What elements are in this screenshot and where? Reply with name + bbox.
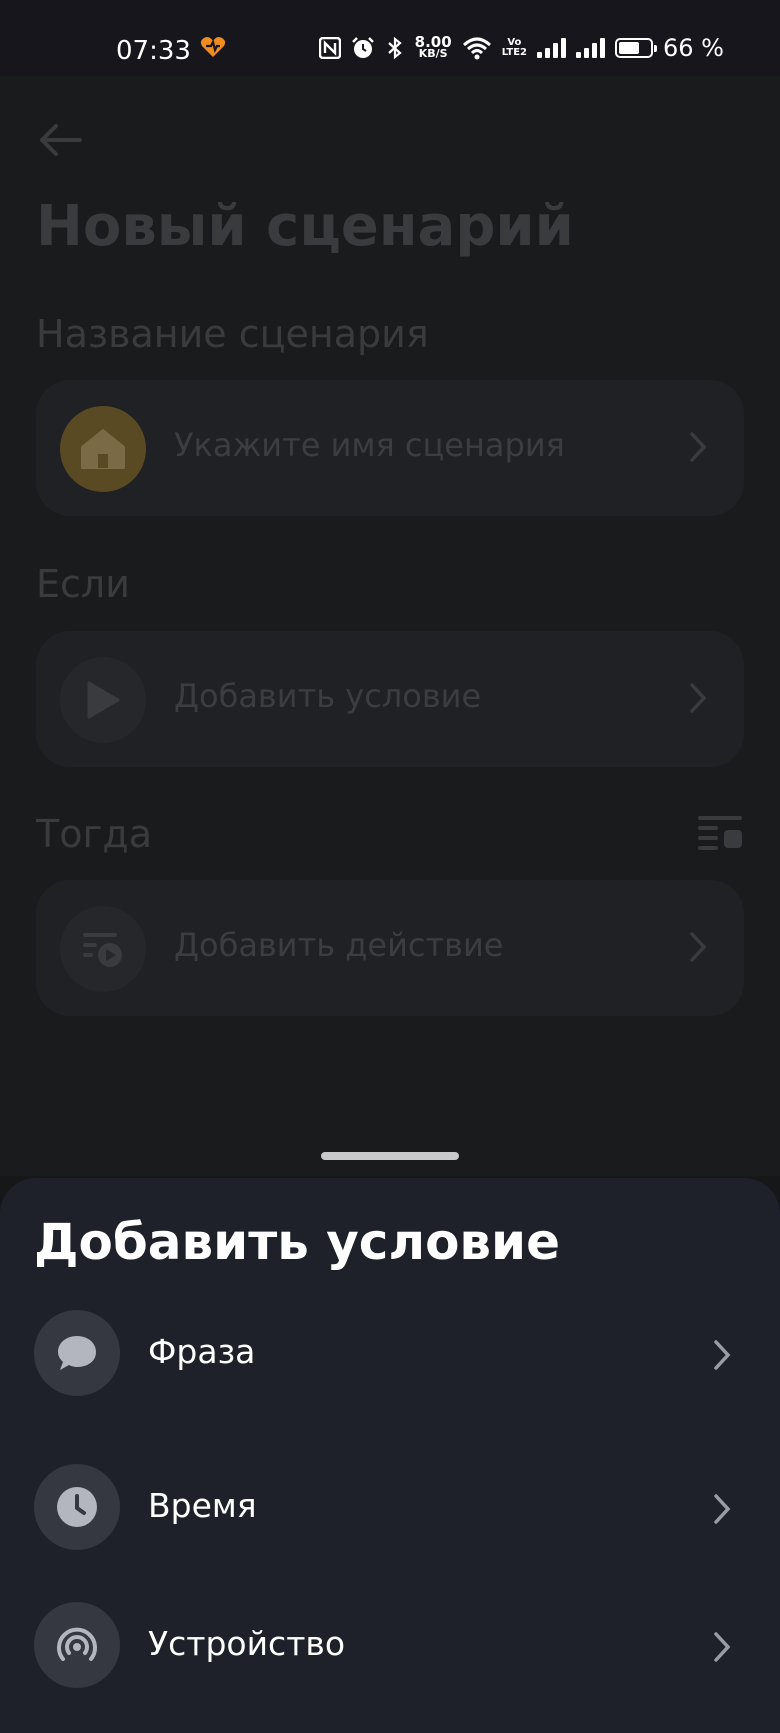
home-icon — [81, 429, 125, 469]
option-time[interactable]: Время — [0, 1464, 780, 1584]
add-condition-label: Добавить условие — [174, 677, 482, 715]
then-section-label: Тогда — [36, 812, 152, 856]
add-condition-sheet: Добавить условие Фраза Время Устройство — [0, 1178, 780, 1733]
network-speed-unit: KB/S — [418, 47, 448, 60]
page-title: Новый сценарий — [36, 194, 574, 259]
option-device-label: Устройство — [148, 1624, 346, 1663]
play-icon — [87, 681, 120, 719]
chevron-right-icon — [714, 1340, 731, 1370]
add-condition-card[interactable]: Добавить условие — [36, 631, 744, 767]
health-app-icon — [200, 36, 226, 62]
back-arrow-icon[interactable] — [36, 116, 84, 164]
bluetooth-icon — [387, 36, 402, 60]
battery-fill — [619, 42, 640, 54]
add-action-card[interactable]: Добавить действие — [36, 880, 744, 1016]
wifi-icon — [462, 37, 491, 60]
list-settings-icon[interactable] — [698, 816, 742, 850]
scenario-screen: Новый сценарий Название сценария Укажите… — [0, 76, 780, 1176]
option-phrase[interactable]: Фраза — [0, 1310, 780, 1430]
volte-indicator: Vo LTE2 — [502, 38, 527, 58]
action-list-icon — [83, 933, 122, 967]
alarm-icon — [351, 37, 374, 58]
device-signal-icon — [34, 1602, 120, 1688]
add-action-label: Добавить действие — [174, 926, 504, 964]
clock-icon — [34, 1464, 120, 1550]
option-time-label: Время — [148, 1486, 257, 1525]
chat-bubble-icon — [34, 1310, 120, 1396]
chevron-right-icon — [714, 1494, 731, 1524]
scenario-name-placeholder: Укажите имя сценария — [174, 426, 565, 464]
status-time: 07:33 — [116, 36, 191, 66]
status-bar: 07:33 8.00 KB/S Vo LTE2 66 % — [0, 0, 780, 76]
nfc-icon — [318, 37, 341, 59]
chevron-right-icon — [690, 432, 707, 462]
if-section-label: Если — [36, 562, 130, 606]
chevron-right-icon — [690, 683, 707, 713]
signal-icon-1 — [537, 38, 567, 58]
network-speed: 8.00 KB/S — [415, 35, 452, 60]
scenario-name-card[interactable]: Укажите имя сценария — [36, 380, 744, 516]
battery-percent: 66 % — [663, 34, 724, 62]
sheet-drag-handle[interactable] — [321, 1152, 459, 1160]
option-phrase-label: Фраза — [148, 1332, 256, 1371]
status-icons: 8.00 KB/S Vo LTE2 66 % — [318, 34, 724, 62]
action-icon-circle — [60, 906, 146, 992]
chevron-right-icon — [690, 932, 707, 962]
play-icon-circle — [60, 657, 146, 743]
signal-icon-2 — [576, 38, 606, 58]
chevron-right-icon — [714, 1632, 731, 1662]
scenario-name-section-label: Название сценария — [36, 312, 429, 356]
battery-icon — [615, 38, 658, 58]
sheet-title: Добавить условие — [34, 1213, 561, 1271]
volte-bottom: LTE2 — [501, 47, 528, 58]
option-device[interactable]: Устройство — [0, 1602, 780, 1722]
home-icon-circle — [60, 406, 146, 492]
